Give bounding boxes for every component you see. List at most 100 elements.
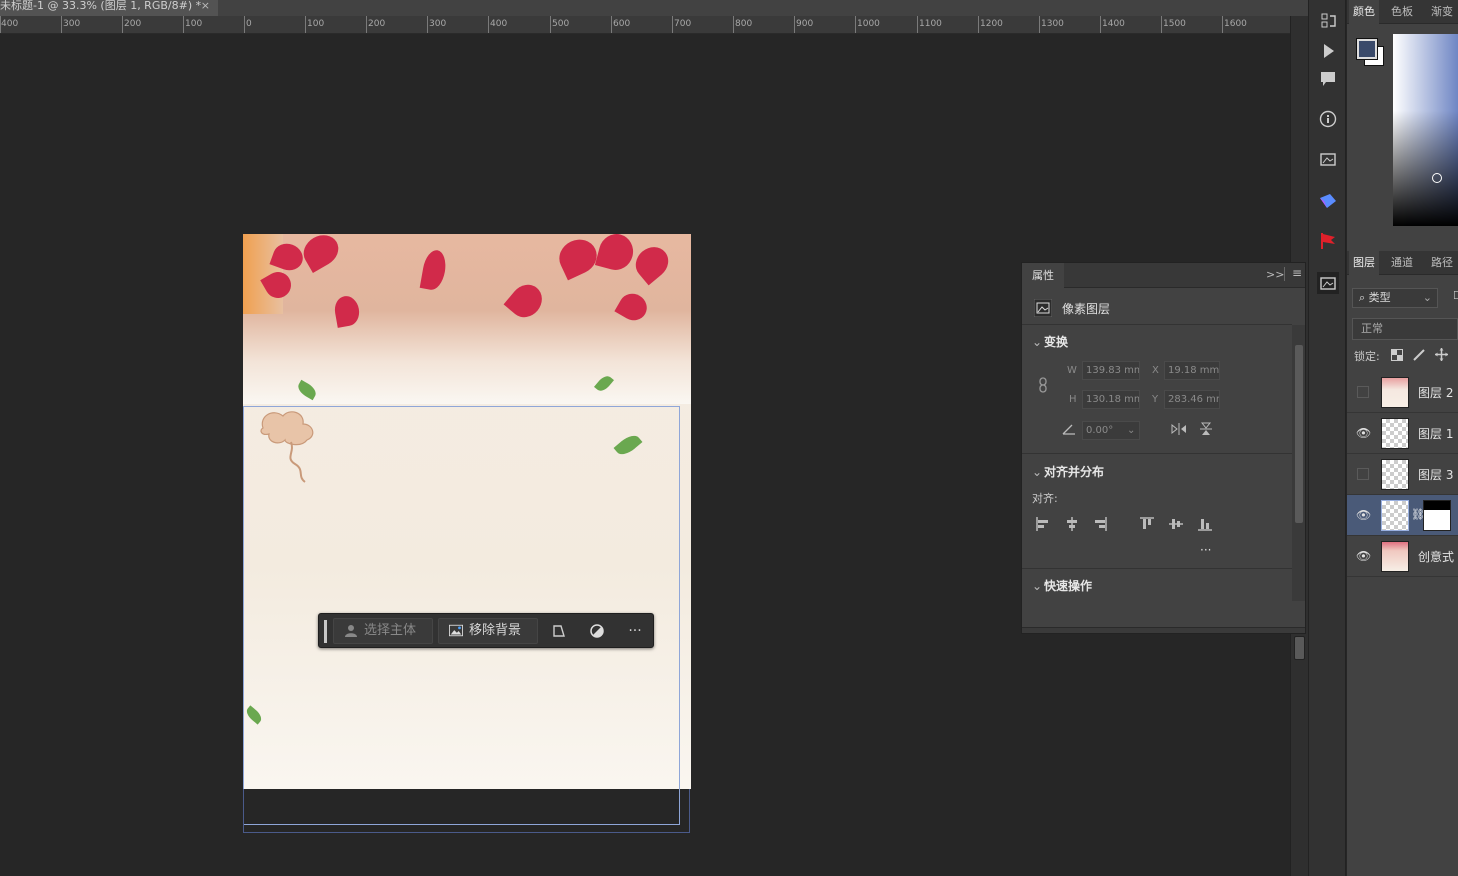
tab-channels[interactable]: 通道 bbox=[1387, 251, 1417, 275]
visibility-toggle[interactable] bbox=[1357, 386, 1369, 398]
plugin-icon[interactable] bbox=[1317, 190, 1339, 212]
height-label: H bbox=[1069, 394, 1077, 405]
layer-row[interactable]: 图层 3 bbox=[1347, 454, 1458, 495]
layer-name[interactable]: 图层 3 bbox=[1418, 466, 1453, 483]
play-icon[interactable] bbox=[1317, 40, 1339, 62]
chevron-down-icon: ⌄ bbox=[1032, 465, 1043, 479]
more-options-icon[interactable]: ··· bbox=[625, 623, 645, 639]
layers-panel-tabs: 图层 通道 路径 bbox=[1347, 251, 1458, 275]
height-field[interactable]: 130.18 mm bbox=[1082, 390, 1140, 409]
align-bottom-icon[interactable] bbox=[1197, 516, 1213, 532]
lock-transparent-icon[interactable] bbox=[1391, 349, 1403, 361]
select-subject-button[interactable]: 选择主体 bbox=[333, 618, 433, 644]
close-tab-icon[interactable]: × bbox=[201, 0, 210, 12]
layer-row[interactable]: 👁 创意式 bbox=[1347, 536, 1458, 577]
layer-name[interactable]: 图层 2 bbox=[1418, 384, 1453, 401]
mask-black-region bbox=[1424, 501, 1450, 510]
drag-handle[interactable] bbox=[324, 620, 327, 643]
ruler-label: 900 bbox=[796, 19, 814, 29]
properties-icon[interactable] bbox=[1317, 272, 1339, 294]
color-panel-tabs: 颜色 色板 渐变 bbox=[1347, 0, 1458, 24]
horizontal-ruler[interactable]: 400 300 200 100 0 100 200 300 400 500 60… bbox=[0, 16, 1290, 34]
properties-scrollbar-thumb[interactable] bbox=[1295, 345, 1303, 523]
ruler-label: 1400 bbox=[1102, 19, 1125, 29]
info-icon[interactable] bbox=[1317, 108, 1339, 130]
history-icon[interactable] bbox=[1317, 10, 1339, 32]
ruler-tick bbox=[1039, 16, 1040, 33]
properties-scrollbar[interactable] bbox=[1292, 325, 1305, 601]
layer-row[interactable]: 图层 2 bbox=[1347, 372, 1458, 413]
layer-thumbnail bbox=[1381, 500, 1409, 531]
remove-background-button[interactable]: 移除背景 bbox=[438, 618, 538, 644]
tab-swatches[interactable]: 色板 bbox=[1387, 0, 1417, 24]
ruler-tick bbox=[61, 16, 62, 33]
pixel-layer-icon bbox=[1034, 299, 1052, 317]
lock-brush-icon[interactable] bbox=[1413, 349, 1425, 361]
adjustment-icon[interactable] bbox=[589, 623, 605, 639]
flip-horizontal-icon[interactable] bbox=[1170, 422, 1188, 436]
width-field[interactable]: 139.83 mm bbox=[1082, 361, 1140, 380]
ruler-tick bbox=[611, 16, 612, 33]
tab-gradients[interactable]: 渐变 bbox=[1427, 0, 1457, 24]
align-center-horizontal-icon[interactable] bbox=[1064, 516, 1080, 532]
panel-resize-handle[interactable] bbox=[1022, 627, 1305, 633]
quick-actions-title: 快速操作 bbox=[1044, 579, 1093, 593]
ruler-label: 700 bbox=[674, 19, 692, 29]
foreground-color-swatch[interactable] bbox=[1356, 38, 1378, 60]
flag-icon[interactable] bbox=[1317, 230, 1339, 252]
blend-mode-select[interactable]: 正常 bbox=[1352, 318, 1458, 340]
document-tab-title: 未标题-1 @ 33.3% (图层 1, RGB/8#) * bbox=[0, 0, 202, 12]
filter-toggle-icon[interactable]: ☐ bbox=[1453, 289, 1458, 302]
ruler-tick bbox=[122, 16, 123, 33]
layer-row[interactable]: 👁 图层 1 bbox=[1347, 413, 1458, 454]
align-label: 对齐: bbox=[1032, 492, 1058, 505]
ruler-label: 300 bbox=[429, 19, 447, 29]
chevron-down-icon: ⌄ bbox=[1032, 335, 1043, 349]
transform-icon[interactable] bbox=[551, 623, 567, 639]
ruler-tick bbox=[978, 16, 979, 33]
align-center-vertical-icon[interactable] bbox=[1168, 516, 1184, 532]
width-label: W bbox=[1067, 365, 1077, 376]
transform-section-header[interactable]: ⌄ 变换 bbox=[1032, 333, 1068, 350]
eye-icon[interactable]: 👁 bbox=[1356, 508, 1371, 522]
tab-properties[interactable]: 属性 bbox=[1022, 263, 1064, 288]
properties-panel: 属性 >> ≡ 像素图层 ⌄ 变换 W 139.83 mm X 19.18 mm … bbox=[1021, 262, 1306, 634]
ruler-tick bbox=[488, 16, 489, 33]
angle-field[interactable]: 0.00° ⌄ bbox=[1082, 421, 1140, 440]
chevron-down-icon: ⌄ bbox=[1422, 291, 1432, 304]
scrollbar-thumb[interactable] bbox=[1294, 636, 1305, 660]
align-left-icon[interactable] bbox=[1035, 516, 1051, 532]
layer-row[interactable]: 👁 ⛓ bbox=[1347, 495, 1458, 536]
link-icon[interactable] bbox=[1037, 377, 1049, 393]
flip-vertical-icon[interactable] bbox=[1199, 421, 1213, 437]
eye-icon[interactable]: 👁 bbox=[1356, 549, 1371, 563]
tab-layers[interactable]: 图层 bbox=[1349, 251, 1379, 275]
collapse-icon[interactable]: >> bbox=[1266, 268, 1284, 281]
tab-paths[interactable]: 路径 bbox=[1427, 251, 1457, 275]
document-tab[interactable]: 未标题-1 @ 33.3% (图层 1, RGB/8#) * × bbox=[0, 0, 218, 16]
visibility-toggle[interactable] bbox=[1357, 468, 1369, 480]
comment-icon[interactable] bbox=[1317, 68, 1339, 90]
ruler-tick bbox=[1222, 16, 1223, 33]
align-right-icon[interactable] bbox=[1092, 516, 1108, 532]
library-icon[interactable] bbox=[1317, 148, 1339, 170]
align-section-header[interactable]: ⌄ 对齐并分布 bbox=[1032, 463, 1104, 480]
y-field[interactable]: 283.46 mm bbox=[1164, 390, 1220, 409]
lock-move-icon[interactable] bbox=[1435, 348, 1448, 361]
color-picker-cursor[interactable] bbox=[1432, 173, 1442, 183]
align-more-icon[interactable]: ··· bbox=[1200, 543, 1211, 557]
layer-name[interactable]: 创意式 bbox=[1418, 548, 1454, 565]
ruler-label: 200 bbox=[368, 19, 386, 29]
ruler-label: 600 bbox=[613, 19, 631, 29]
ruler-label: 1600 bbox=[1224, 19, 1247, 29]
color-picker-field[interactable] bbox=[1393, 34, 1458, 226]
align-top-icon[interactable] bbox=[1139, 516, 1155, 532]
tab-color[interactable]: 颜色 bbox=[1349, 0, 1379, 24]
panel-menu-icon[interactable]: ≡ bbox=[1292, 266, 1302, 280]
eye-icon[interactable]: 👁 bbox=[1356, 426, 1371, 440]
layer-mask-thumbnail[interactable] bbox=[1423, 500, 1451, 531]
layer-filter-select[interactable]: ⌕ 类型 ⌄ bbox=[1352, 288, 1438, 308]
quick-actions-section-header[interactable]: ⌄ 快速操作 bbox=[1032, 577, 1092, 594]
x-field[interactable]: 19.18 mm bbox=[1164, 361, 1220, 380]
layer-name[interactable]: 图层 1 bbox=[1418, 425, 1453, 442]
